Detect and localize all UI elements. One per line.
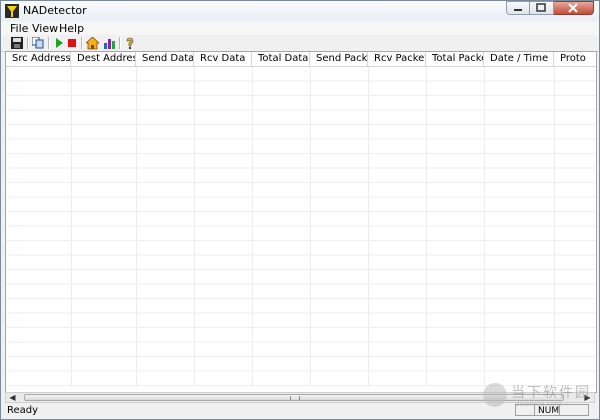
help-icon (126, 37, 134, 49)
maximize-icon (536, 3, 546, 12)
table-grid (6, 67, 596, 387)
watermark-text: 当下软件园 (511, 385, 591, 401)
watermark-subtext: downxia.com (515, 400, 562, 408)
column-header-total-data[interactable]: Total Data (252, 52, 310, 66)
stop-icon (68, 39, 76, 47)
save-icon (11, 37, 23, 49)
start-button[interactable] (52, 36, 66, 50)
app-window: NADetector File View Help Src Address De… (0, 0, 600, 420)
copy-icon (32, 37, 44, 49)
menu-help[interactable]: Help (59, 22, 84, 35)
menu-bar: File View Help (1, 21, 599, 35)
status-text: Ready (7, 405, 39, 416)
menu-view[interactable]: View (32, 22, 58, 35)
minimize-button[interactable] (506, 1, 530, 15)
maximize-button[interactable] (530, 1, 554, 15)
menu-file[interactable]: File (10, 22, 28, 35)
column-header-total-packets[interactable]: Total Packe... (426, 52, 484, 66)
copy-button[interactable] (31, 36, 45, 50)
chart-icon (103, 38, 115, 49)
toolbar-separator (48, 37, 50, 49)
column-header-send-packets[interactable]: Send Packe... (310, 52, 368, 66)
caption-buttons (506, 1, 594, 16)
column-header-proto[interactable]: Proto (554, 52, 596, 66)
connections-table[interactable]: Src Address Dest Address Send Data Rcv D… (5, 51, 597, 393)
column-header-dest-address[interactable]: Dest Address (71, 52, 136, 66)
column-header-send-data[interactable]: Send Data (136, 52, 194, 66)
toolbar-separator (81, 37, 83, 49)
column-header-date-time[interactable]: Date / Time (484, 52, 554, 66)
watermark-logo-icon (483, 383, 507, 407)
scroll-grip-icon (290, 396, 300, 400)
title-bar[interactable]: NADetector (1, 1, 599, 21)
home-button[interactable] (85, 36, 99, 50)
window-title: NADetector (23, 4, 87, 17)
toolbar (1, 35, 599, 52)
toolbar-separator (119, 37, 121, 49)
watermark: 当下软件园 downxia.com (483, 381, 599, 411)
chart-button[interactable] (102, 36, 116, 50)
table-header: Src Address Dest Address Send Data Rcv D… (6, 52, 596, 67)
scroll-left-arrow[interactable]: ◀ (7, 393, 18, 402)
stop-button[interactable] (65, 36, 79, 50)
column-header-src-address[interactable]: Src Address (6, 52, 71, 66)
help-button[interactable] (123, 36, 137, 50)
close-button[interactable] (554, 1, 594, 15)
minimize-icon (514, 9, 522, 11)
toolbar-separator (27, 37, 29, 49)
start-icon (56, 38, 63, 48)
column-header-rcv-packets[interactable]: Rcv Packets (368, 52, 426, 66)
column-header-rcv-data[interactable]: Rcv Data (194, 52, 252, 66)
save-button[interactable] (10, 36, 24, 50)
app-icon (5, 4, 19, 18)
close-icon (568, 3, 578, 13)
home-icon (85, 36, 99, 49)
